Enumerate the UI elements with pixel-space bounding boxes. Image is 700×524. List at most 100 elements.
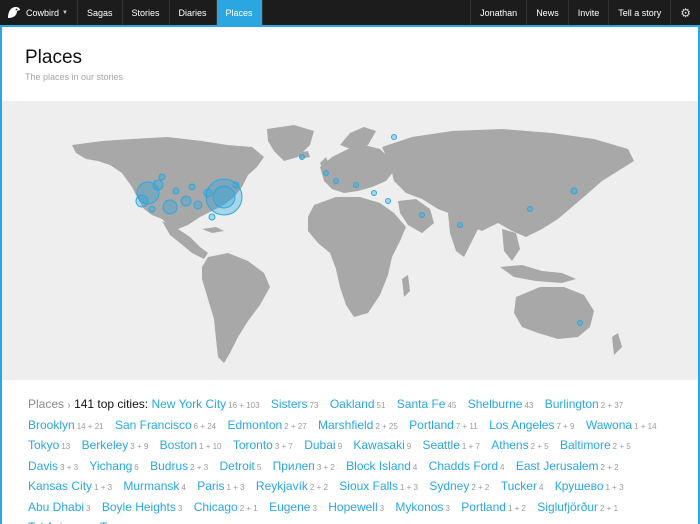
city-link[interactable]: Topanga <box>100 520 146 524</box>
city-link[interactable]: Murmansk <box>123 479 179 493</box>
nav-invite[interactable]: Invite <box>567 0 609 25</box>
city-link[interactable]: Boyle Heights <box>102 500 176 514</box>
city-link[interactable]: Прилеп <box>273 459 315 473</box>
city-link[interactable]: Oakland <box>330 397 375 411</box>
map-marker[interactable] <box>299 154 305 160</box>
city-link[interactable]: Santa Fe <box>397 397 446 411</box>
city-link[interactable]: Budrus <box>150 459 188 473</box>
city-link[interactable]: Kansas City <box>28 479 92 493</box>
city-entry: Sioux Falls 1 + 3 <box>339 477 418 498</box>
city-link[interactable]: Tucker <box>501 479 537 493</box>
map-marker[interactable] <box>208 213 216 221</box>
map-marker[interactable] <box>232 181 240 189</box>
city-entry: Chadds Ford 4 <box>429 457 505 478</box>
city-link[interactable]: Portland <box>461 500 506 514</box>
city-link[interactable]: Kawasaki <box>353 438 404 452</box>
city-link[interactable]: Chadds Ford <box>429 459 498 473</box>
city-entry: Athens 2 + 5 <box>491 436 548 457</box>
map-marker[interactable] <box>172 187 180 195</box>
map-marker[interactable] <box>193 200 203 210</box>
nav-stories[interactable]: Stories <box>123 0 170 25</box>
world-map[interactable] <box>2 101 698 380</box>
city-link[interactable]: Siglufjörður <box>537 500 598 514</box>
city-story-count: 13 <box>61 442 71 451</box>
nav-news[interactable]: News <box>526 0 568 25</box>
map-marker[interactable] <box>158 173 166 181</box>
city-link[interactable]: New York City <box>151 397 226 411</box>
city-link[interactable]: Burlington <box>545 397 599 411</box>
map-marker[interactable] <box>419 212 425 218</box>
city-link[interactable]: Hopewell <box>328 500 377 514</box>
nav-places[interactable]: Places <box>216 0 263 25</box>
city-link[interactable]: Seattle <box>423 438 460 452</box>
city-link[interactable]: Sydney <box>429 479 469 493</box>
map-marker[interactable] <box>353 182 359 188</box>
city-link[interactable]: San Francisco <box>115 418 192 432</box>
city-link[interactable]: Abu Dhabi <box>28 500 84 514</box>
city-link[interactable]: Baltimore <box>560 438 611 452</box>
city-link[interactable]: Boston <box>160 438 197 452</box>
map-marker[interactable] <box>527 206 533 212</box>
city-link[interactable]: Detroit <box>219 459 254 473</box>
city-link[interactable]: Berkeley <box>82 438 129 452</box>
city-link[interactable]: Chicago <box>194 500 238 514</box>
page-title: Places <box>25 47 83 68</box>
map-marker[interactable] <box>203 188 213 198</box>
map-marker[interactable] <box>152 179 164 191</box>
city-link[interactable]: Toronto <box>233 438 273 452</box>
map-marker[interactable] <box>212 185 236 209</box>
map-marker[interactable] <box>162 199 178 215</box>
city-link[interactable]: Block Island <box>346 459 411 473</box>
city-story-count: 3 <box>379 503 385 513</box>
city-link[interactable]: Los Angeles <box>489 418 554 432</box>
breadcrumb-places[interactable]: Places <box>28 397 64 411</box>
city-link[interactable]: Sioux Falls <box>339 479 398 493</box>
city-entry: Tokyo 13 <box>28 436 70 457</box>
city-link[interactable]: Mykonos <box>395 500 443 514</box>
city-story-count: 4 <box>538 483 544 492</box>
city-link[interactable]: Крушево <box>555 479 604 493</box>
map-marker[interactable] <box>188 183 196 191</box>
nav-user-jonathan[interactable]: Jonathan <box>470 0 526 25</box>
city-link[interactable]: Portland <box>409 418 454 432</box>
city-link[interactable]: Yichang <box>89 459 132 473</box>
city-link[interactable]: Athens <box>491 438 528 452</box>
city-link[interactable]: Brooklyn <box>28 418 75 432</box>
city-link[interactable]: Sisters <box>271 397 308 411</box>
nav-tell-a-story[interactable]: Tell a story <box>608 0 670 25</box>
map-marker[interactable] <box>135 194 149 208</box>
city-link[interactable]: Davis <box>28 459 58 473</box>
city-link[interactable]: Wawona <box>586 418 632 432</box>
map-marker[interactable] <box>577 320 583 326</box>
city-story-count: 1 + 7 <box>461 442 480 451</box>
map-marker[interactable] <box>333 178 339 184</box>
city-link[interactable]: Tokyo <box>28 438 59 452</box>
bird-icon <box>8 7 20 18</box>
map-marker[interactable] <box>570 187 578 195</box>
city-story-count: 1 + 3 <box>605 483 624 492</box>
city-link[interactable]: Marshfield <box>318 418 373 432</box>
brand-menu[interactable]: Cowbird ▼ <box>0 0 78 25</box>
city-link[interactable]: Paris <box>197 479 224 493</box>
settings-button[interactable]: ⚙ <box>670 0 700 25</box>
map-marker[interactable] <box>371 190 377 196</box>
city-entry: Portland 7 + 11 <box>409 416 478 437</box>
city-link[interactable]: Reykjavík <box>256 479 308 493</box>
city-link[interactable]: East Jerusalem <box>516 459 599 473</box>
map-marker[interactable] <box>391 134 397 140</box>
map-marker[interactable] <box>180 195 192 207</box>
city-entry: Chicago 2 + 1 <box>194 498 258 519</box>
city-story-count: 9 <box>406 442 412 451</box>
city-link[interactable]: Edmonton <box>227 418 282 432</box>
map-marker[interactable] <box>323 170 329 176</box>
map-marker[interactable] <box>457 222 463 228</box>
map-marker[interactable] <box>385 198 391 204</box>
city-link[interactable]: Eugene <box>269 500 310 514</box>
nav-diaries[interactable]: Diaries <box>170 0 217 25</box>
city-link[interactable]: Shelburne <box>468 397 523 411</box>
nav-sagas[interactable]: Sagas <box>78 0 123 25</box>
landmass-central-america <box>162 221 208 259</box>
city-link[interactable]: Tel Aviv <box>28 520 68 524</box>
map-marker[interactable] <box>148 205 156 213</box>
city-link[interactable]: Dubai <box>304 438 335 452</box>
